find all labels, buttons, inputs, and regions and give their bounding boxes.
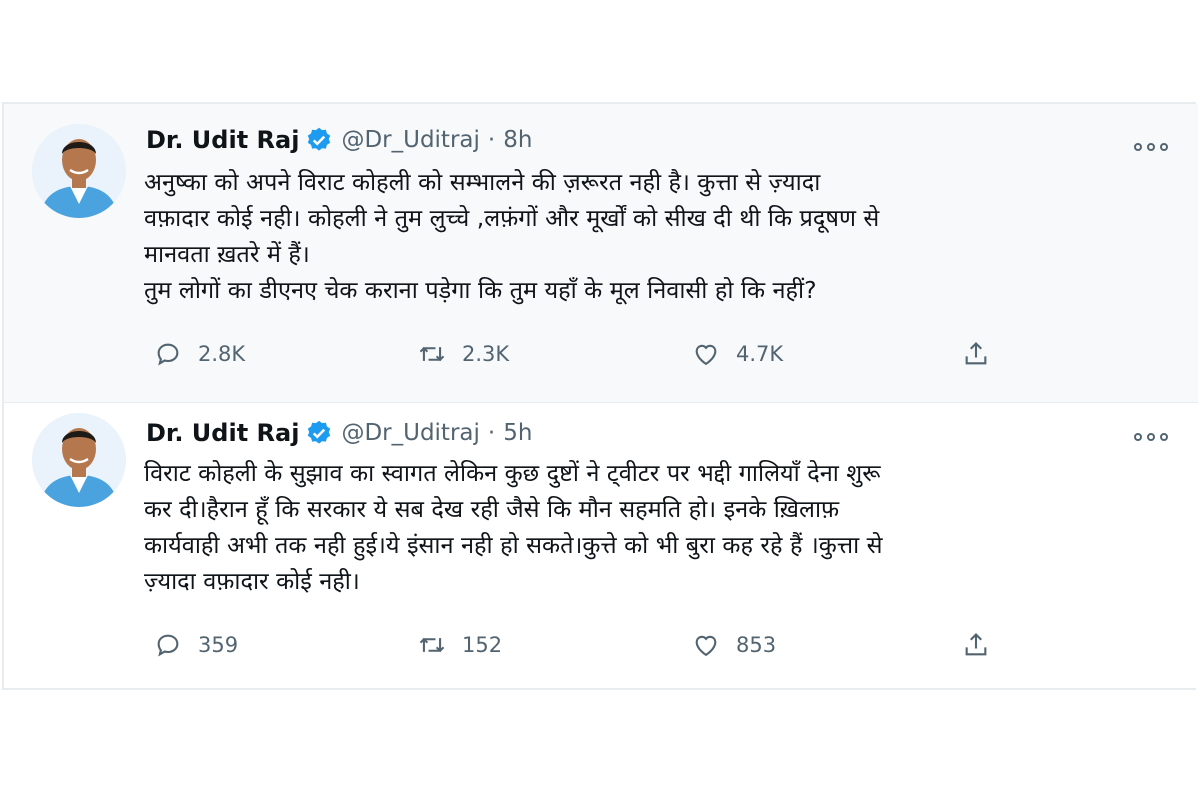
- tweet-actions: 359 152 853: [144, 629, 1004, 669]
- reply-icon: [152, 338, 184, 370]
- more-options-icon[interactable]: [1134, 140, 1168, 154]
- retweet-button[interactable]: 2.3K: [416, 338, 509, 370]
- like-button[interactable]: 4.7K: [690, 338, 783, 370]
- author-name[interactable]: Dr. Udit Raj: [146, 419, 299, 447]
- author-name[interactable]: Dr. Udit Raj: [146, 126, 299, 154]
- tweet[interactable]: Dr. Udit Raj @Dr_Uditraj · 5h विराट कोहल…: [4, 402, 1198, 688]
- retweet-icon: [416, 629, 448, 661]
- timestamp[interactable]: 5h: [503, 420, 532, 446]
- tweet-text-line: ज़्यादा वफ़ादार कोई नही।: [144, 567, 360, 595]
- tweet-text-line: तुम लोगों का डीएनए चेक कराना पड़ेगा कि त…: [144, 276, 817, 304]
- retweet-count: 152: [462, 633, 503, 657]
- tweet[interactable]: Dr. Udit Raj @Dr_Uditraj · 8h अनुष्का को…: [4, 104, 1198, 402]
- tweet-text: अनुष्का को अपने विराट कोहली को सम्भालने …: [144, 164, 1154, 308]
- tweet-text-line: अनुष्का को अपने विराट कोहली को सम्भालने …: [144, 168, 821, 196]
- reply-button[interactable]: 359: [152, 629, 238, 661]
- reply-button[interactable]: 2.8K: [152, 338, 245, 370]
- like-button[interactable]: 853: [690, 629, 776, 661]
- heart-icon: [690, 629, 722, 661]
- like-count: 4.7K: [736, 342, 784, 366]
- author-handle[interactable]: @Dr_Uditraj: [341, 127, 479, 153]
- share-button[interactable]: [960, 338, 992, 370]
- avatar[interactable]: [32, 124, 126, 218]
- share-icon: [960, 338, 992, 370]
- tweet-text-line: कर दी।हैरान हूँ कि सरकार ये सब देख रही ज…: [144, 495, 840, 523]
- heart-icon: [690, 338, 722, 370]
- retweet-icon: [416, 338, 448, 370]
- tweet-header: Dr. Udit Raj @Dr_Uditraj · 5h: [146, 419, 532, 447]
- tweet-actions: 2.8K 2.3K 4.7K: [144, 338, 1004, 378]
- share-button[interactable]: [960, 629, 992, 661]
- separator-dot: ·: [487, 127, 496, 153]
- reply-icon: [152, 629, 184, 661]
- tweet-text-line: वफ़ादार कोई नही। कोहली ने तुम लुच्चे ,लफ…: [144, 204, 880, 232]
- tweet-text-line: मानवता ख़तरे में हैं।: [144, 240, 310, 268]
- more-options-icon[interactable]: [1134, 430, 1168, 444]
- retweet-button[interactable]: 152: [416, 629, 502, 661]
- tweet-header: Dr. Udit Raj @Dr_Uditraj · 8h: [146, 126, 532, 154]
- share-icon: [960, 629, 992, 661]
- retweet-count: 2.3K: [462, 342, 510, 366]
- tweet-text: विराट कोहली के सुझाव का स्वागत लेकिन कुछ…: [144, 455, 1154, 599]
- avatar[interactable]: [32, 413, 126, 507]
- separator-dot: ·: [487, 420, 496, 446]
- reply-count: 2.8K: [198, 342, 246, 366]
- verified-badge-icon: [305, 126, 333, 154]
- like-count: 853: [736, 633, 777, 657]
- tweet-text-line: कार्यवाही अभी तक नही हुई।ये इंसान नही हो…: [144, 531, 883, 559]
- author-handle[interactable]: @Dr_Uditraj: [341, 420, 479, 446]
- tweet-text-line: विराट कोहली के सुझाव का स्वागत लेकिन कुछ…: [144, 459, 881, 487]
- verified-badge-icon: [305, 419, 333, 447]
- reply-count: 359: [198, 633, 239, 657]
- timestamp[interactable]: 8h: [503, 127, 532, 153]
